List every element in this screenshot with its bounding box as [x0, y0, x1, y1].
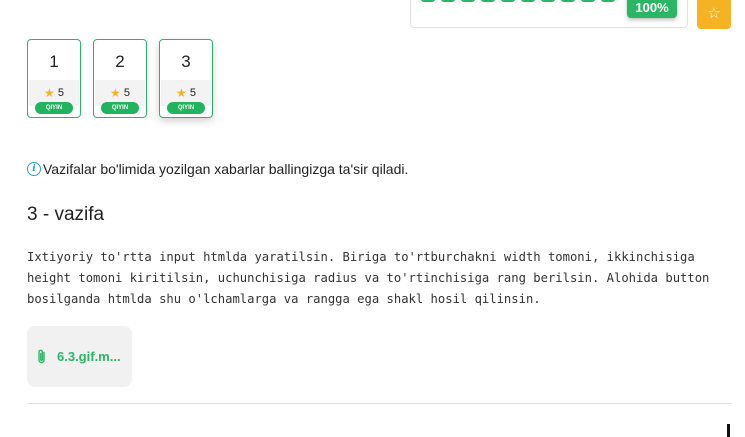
star-icon: ★ [110, 86, 121, 100]
task-cards: 1 ★ 5 QIYIN 2 ★ 5 QIYIN 3 ★ 5 QIYIN [27, 39, 213, 118]
star-icon: ☆ [707, 4, 721, 22]
task-number: 2 [115, 52, 125, 71]
attachment-button[interactable]: 6.3.gif.m... [27, 326, 132, 387]
task-card-3[interactable]: 3 ★ 5 QIYIN [159, 39, 213, 118]
progress-segment [561, 0, 575, 2]
progress-segment [481, 0, 495, 2]
progress-segment [441, 0, 455, 2]
info-text: Vazifalar bo'limida yozilgan xabarlar ba… [43, 161, 409, 177]
progress-segment [581, 0, 595, 2]
progress-segment [541, 0, 555, 2]
difficulty-badge: QIYIN [35, 102, 73, 114]
scroll-marker [727, 424, 730, 437]
favorite-button[interactable]: ☆ [697, 0, 731, 29]
difficulty-badge: QIYIN [167, 102, 205, 114]
task-score-value: 5 [189, 87, 196, 99]
paperclip-icon [38, 349, 45, 363]
task-score-value: 5 [57, 87, 64, 99]
task-number: 3 [181, 52, 191, 71]
progress-panel: 100% [410, 0, 688, 28]
attachment-filename: 6.3.gif.m... [57, 349, 121, 364]
task-description: Ixtiyoriy to'rtta input htmlda yaratilsi… [27, 250, 710, 306]
task-card-1[interactable]: 1 ★ 5 QIYIN [27, 39, 81, 118]
progress-segment [461, 0, 475, 2]
progress-segment [601, 0, 615, 2]
star-icon: ★ [44, 86, 55, 100]
task-title: 3 - vazifa [27, 204, 105, 225]
star-icon: ★ [176, 86, 187, 100]
progress-percent-badge: 100% [627, 0, 677, 18]
difficulty-badge: QIYIN [101, 102, 139, 114]
progress-segment [421, 0, 435, 2]
info-icon: i [27, 162, 41, 176]
divider [27, 403, 732, 404]
task-number: 1 [49, 52, 59, 71]
task-score-value: 5 [123, 87, 130, 99]
task-card-2[interactable]: 2 ★ 5 QIYIN [93, 39, 147, 118]
progress-bar [421, 0, 615, 2]
progress-segment [521, 0, 535, 2]
info-notice: i Vazifalar bo'limida yozilgan xabarlar … [27, 161, 408, 177]
progress-segment [501, 0, 515, 2]
